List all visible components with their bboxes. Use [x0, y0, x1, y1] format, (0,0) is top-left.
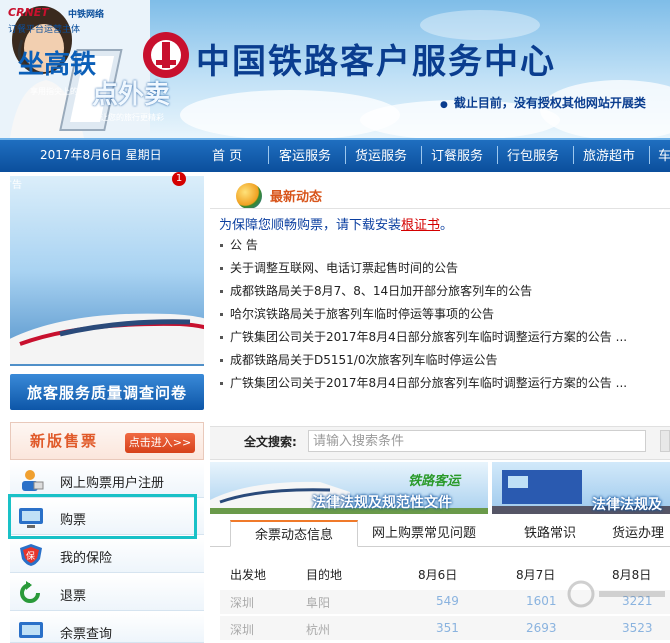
nav-travel-market[interactable]: 旅游超市: [583, 145, 635, 164]
high-speed-train-image: [10, 313, 204, 364]
table-cell-origin: 深圳: [230, 623, 255, 637]
bullet-icon: [220, 359, 223, 362]
user-register-icon: [22, 470, 44, 491]
news-item[interactable]: 公 告: [220, 236, 258, 253]
nav-luggage-service[interactable]: 行包服务: [507, 145, 559, 164]
nav-home[interactable]: 首 页: [212, 145, 242, 164]
tab-freight-handling[interactable]: 货运办理: [612, 520, 670, 547]
news-item[interactable]: 成都铁路局关于D5151/0次旅客列车临时停运公告: [220, 351, 497, 368]
search-label: 全文搜索:: [244, 435, 297, 449]
banner-left-text: 法律法规及规范性文件: [312, 495, 452, 511]
nav-divider: [649, 146, 650, 164]
bullet-icon: [220, 290, 223, 293]
nav-divider: [497, 146, 498, 164]
news-divider: [210, 208, 670, 209]
menu-label: 我的保险: [60, 551, 113, 566]
menu-label: 退票: [60, 589, 87, 604]
cert-download-notice: 为保障您顺畅购票，请下载安装根证书。: [219, 214, 453, 233]
menu-label: 网上购票用户注册: [60, 476, 165, 491]
ad-headline-1-sub: 享用指尖上的美食: [30, 87, 94, 96]
tab-online-faq[interactable]: 网上购票常见问题: [362, 520, 486, 547]
search-button[interactable]: [660, 430, 670, 452]
menu-ticket-query[interactable]: 余票查询: [10, 613, 204, 643]
survey-label: 旅客服务质量调查问卷: [26, 384, 187, 402]
table-cell-destination: 阜阳: [306, 596, 331, 610]
news-item[interactable]: 哈尔滨铁路局关于旅客列车临时停运等事项的公告: [220, 305, 494, 322]
nav-meal-service[interactable]: 订餐服务: [431, 145, 483, 164]
bullet-icon: [220, 267, 223, 270]
nav-more[interactable]: 车: [658, 145, 670, 164]
menu-label: 余票查询: [60, 627, 113, 642]
table-header-destination: 目的地: [306, 568, 343, 582]
table-cell-origin: 深圳: [230, 596, 255, 610]
nav-divider: [345, 146, 346, 164]
header-notice-marquee: ● 截止目前，没有授权其他网站开展类: [440, 94, 646, 111]
speaker-dot-icon: ●: [440, 100, 448, 110]
ad-headline-2-sub: 让您的旅行更精彩: [100, 113, 164, 122]
news-item[interactable]: 广铁集团公司关于2017年8月4日部分旅客列车临时调整运行方案的公告 ...: [220, 328, 627, 345]
news-item[interactable]: 成都铁路局关于8月7、8、14日加开部分旅客列车的公告: [220, 282, 532, 299]
menu-refund[interactable]: 退票: [10, 575, 204, 611]
news-item-text: 哈尔滨铁路局关于旅客列车临时停运等事项的公告: [230, 307, 495, 321]
nav-divider: [268, 146, 269, 164]
bullet-icon: [220, 244, 223, 247]
promo-suffix: 。: [440, 218, 454, 233]
refund-arrow-icon: [20, 581, 40, 603]
highlight-box: [8, 494, 197, 539]
table-cell-count[interactable]: 1601: [526, 594, 557, 608]
ticket-query-icon: [19, 622, 43, 638]
menu-my-insurance[interactable]: 保 我的保险: [10, 537, 204, 573]
bullet-icon: [220, 313, 223, 316]
table-cell-count[interactable]: 351: [436, 621, 459, 635]
new-ticket-title: 新版售票: [30, 432, 99, 450]
globe-icon: [236, 183, 262, 209]
ad-headline-1: 坐高铁: [18, 50, 97, 80]
news-item[interactable]: 关于调整互联网、电话订票起售时间的公告: [220, 259, 458, 276]
current-date: 2017年8月6日 星期日: [40, 148, 162, 162]
root-cert-link[interactable]: 根证书: [401, 218, 440, 233]
banner-left-tag: 铁路客运: [408, 474, 461, 489]
table-cell-destination: 杭州: [306, 623, 331, 637]
enter-new-ticket-button[interactable]: 点击进入>>: [125, 433, 195, 453]
menu-user-register[interactable]: 网上购票用户注册: [10, 462, 204, 498]
site-title: 中国铁路客户服务中心: [196, 42, 556, 82]
news-section-title: 最新动态: [270, 190, 323, 205]
bullet-icon: [220, 382, 223, 385]
ad-slide-indicator[interactable]: 1: [172, 172, 186, 186]
watermark-logo: [567, 580, 665, 608]
news-item-text: 成都铁路局关于8月7、8、14日加开部分旅客列车的公告: [230, 284, 533, 298]
table-cell-count[interactable]: 2693: [526, 621, 557, 635]
nav-freight-service[interactable]: 货运服务: [355, 145, 407, 164]
table-header-day2: 8月7日: [516, 568, 556, 582]
nav-divider: [421, 146, 422, 164]
ad-brand-name: 中铁网络: [68, 10, 105, 20]
table-cell-count[interactable]: 549: [436, 594, 459, 608]
news-item-text: 成都铁路局关于D5151/0次旅客列车临时停运公告: [230, 353, 498, 367]
news-item[interactable]: 广铁集团公司关于2017年8月4日部分旅客列车临时调整运行方案的公告 ...: [220, 374, 627, 391]
ad-subtitle: 订餐平台运营主体: [8, 25, 81, 35]
bullet-icon: [220, 336, 223, 339]
news-item-text: 公 告: [230, 238, 258, 252]
ad-headline-2: 点外卖: [92, 80, 171, 110]
notice-text: 截止目前，没有授权其他网站开展类: [453, 96, 646, 110]
news-item-text: 广铁集团公司关于2017年8月4日部分旅客列车临时调整运行方案的公告 ...: [230, 330, 628, 344]
nav-divider: [573, 146, 574, 164]
nav-passenger-service[interactable]: 客运服务: [279, 145, 331, 164]
ad-brand-logo: CRNET: [8, 6, 49, 19]
tab-ticket-availability[interactable]: 余票动态信息: [230, 520, 358, 547]
tab-railway-knowledge[interactable]: 铁路常识: [500, 520, 600, 547]
table-header-day1: 8月6日: [418, 568, 458, 582]
table-header-origin: 出发地: [230, 568, 267, 582]
news-item-text: 广铁集团公司关于2017年8月4日部分旅客列车临时调整运行方案的公告 ...: [230, 376, 628, 390]
banner-right-text: 法律法规及: [592, 497, 662, 513]
ad-label: 广告: [2, 180, 22, 191]
insurance-shield-icon: 保: [20, 544, 42, 566]
railway-logo-icon: [143, 32, 189, 78]
svg-text:保: 保: [26, 550, 35, 562]
news-item-text: 关于调整互联网、电话订票起售时间的公告: [230, 261, 459, 275]
search-input[interactable]: [308, 430, 646, 452]
promo-text: 为保障您顺畅购票，请下载安装: [219, 218, 402, 233]
ad-banner[interactable]: [10, 176, 204, 366]
